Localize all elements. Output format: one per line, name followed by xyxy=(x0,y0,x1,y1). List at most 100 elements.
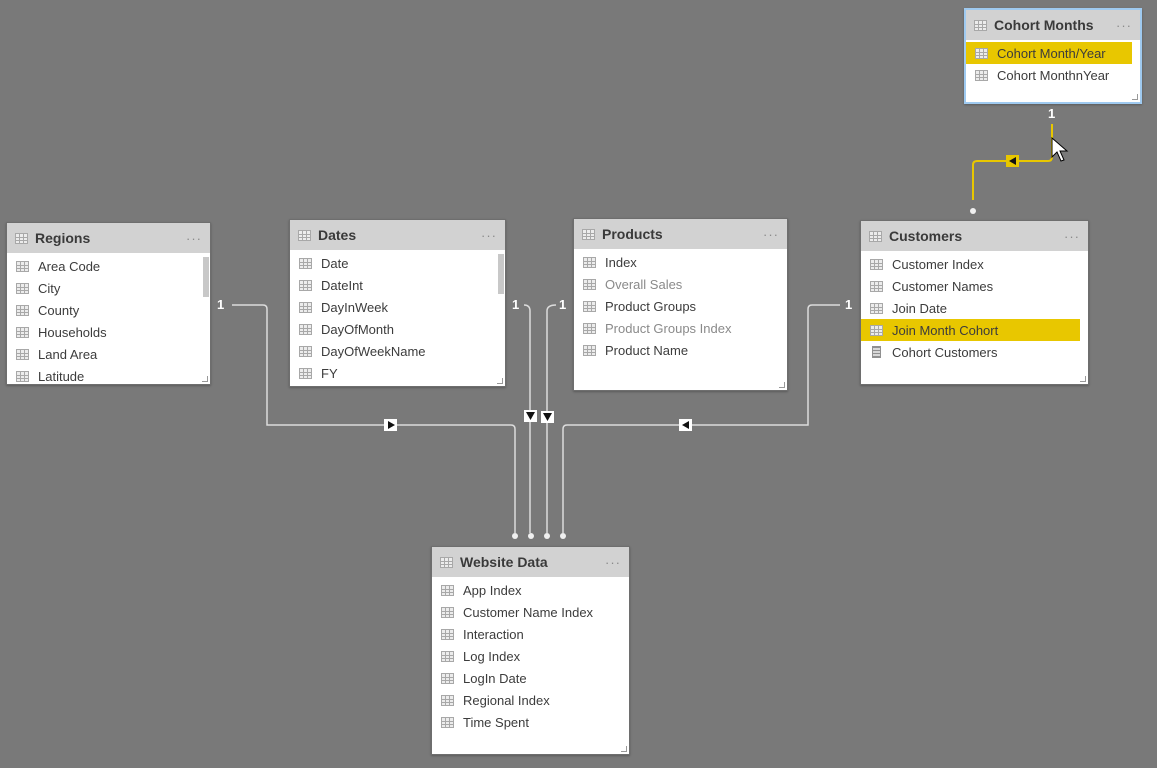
field-row[interactable]: FY xyxy=(290,362,505,384)
field-row[interactable]: Regional Index xyxy=(432,689,629,711)
field-row[interactable]: Time Spent xyxy=(432,711,629,733)
column-icon xyxy=(16,370,29,382)
field-row[interactable]: City xyxy=(7,277,210,299)
resize-handle[interactable] xyxy=(621,746,627,752)
cardinality-one-label: 1 xyxy=(845,297,853,312)
field-label: County xyxy=(38,302,80,318)
field-row[interactable]: Cohort MonthnYear xyxy=(966,64,1140,86)
table-icon xyxy=(440,556,453,568)
table-cohort-months[interactable]: Cohort Months ··· Cohort Month/Year Coho… xyxy=(964,8,1142,104)
field-row[interactable]: Latitude xyxy=(7,365,210,384)
table-header[interactable]: Customers ··· xyxy=(861,221,1088,251)
filter-arrow-down xyxy=(541,411,554,423)
table-icon xyxy=(869,230,882,242)
field-row[interactable]: Join Date xyxy=(861,297,1088,319)
field-row[interactable]: DayOfMonth xyxy=(290,318,505,340)
more-options-icon[interactable]: ··· xyxy=(1116,18,1132,33)
table-customers[interactable]: Customers ··· Customer Index Customer Na… xyxy=(860,220,1089,385)
field-row[interactable]: App Index xyxy=(432,579,629,601)
field-row[interactable]: Households xyxy=(7,321,210,343)
field-row[interactable]: Overall Sales xyxy=(574,273,787,295)
field-row[interactable]: Index xyxy=(574,251,787,273)
table-title: Products xyxy=(602,226,663,242)
field-row[interactable]: Product Groups Index xyxy=(574,317,787,339)
resize-handle[interactable] xyxy=(1132,94,1138,100)
table-header[interactable]: Products ··· xyxy=(574,219,787,249)
more-options-icon[interactable]: ··· xyxy=(1064,229,1080,244)
table-header[interactable]: Website Data ··· xyxy=(432,547,629,577)
field-row[interactable]: Customer Names xyxy=(861,275,1088,297)
field-label: Households xyxy=(38,324,107,340)
table-icon xyxy=(298,229,311,241)
cardinality-one-label: 1 xyxy=(217,297,225,312)
more-options-icon[interactable]: ··· xyxy=(481,228,497,243)
resize-handle[interactable] xyxy=(202,376,208,382)
field-row[interactable]: Interaction xyxy=(432,623,629,645)
cardinality-one-label: 1 xyxy=(1048,106,1056,121)
column-icon xyxy=(583,256,596,268)
column-icon xyxy=(299,345,312,357)
cardinality-one-label: 1 xyxy=(559,297,567,312)
field-label: Join Date xyxy=(892,300,947,316)
field-label: Cohort MonthnYear xyxy=(997,67,1110,83)
many-end-dot xyxy=(970,208,976,214)
field-label: Date xyxy=(321,255,349,271)
column-icon xyxy=(870,302,883,314)
column-icon xyxy=(441,650,454,662)
field-label: Latitude xyxy=(38,368,85,384)
field-label: Join Month Cohort xyxy=(892,322,999,338)
field-row[interactable]: DayInWeek xyxy=(290,296,505,318)
column-icon xyxy=(441,672,454,684)
field-label: Customer Name Index xyxy=(463,604,594,620)
field-label: Index xyxy=(605,254,637,270)
field-row[interactable]: County xyxy=(7,299,210,321)
field-row[interactable]: Log Index xyxy=(432,645,629,667)
resize-handle[interactable] xyxy=(779,382,785,388)
field-row[interactable]: DateInt xyxy=(290,274,505,296)
resize-handle[interactable] xyxy=(1080,376,1086,382)
table-icon xyxy=(15,232,28,244)
table-title: Regions xyxy=(35,230,91,246)
column-icon xyxy=(583,344,596,356)
more-options-icon[interactable]: ··· xyxy=(763,227,779,242)
table-dates[interactable]: Dates ··· Date DateInt DayInWeek DayOfMo… xyxy=(289,219,506,387)
column-icon xyxy=(441,716,454,728)
more-options-icon[interactable]: ··· xyxy=(186,231,202,246)
more-options-icon[interactable]: ··· xyxy=(605,555,621,570)
table-header[interactable]: Regions ··· xyxy=(7,223,210,253)
field-row[interactable]: LogIn Date xyxy=(432,667,629,689)
field-row[interactable]: Product Groups xyxy=(574,295,787,317)
field-row[interactable]: Area Code xyxy=(7,255,210,277)
field-row[interactable]: Date xyxy=(290,252,505,274)
field-label: Overall Sales xyxy=(605,276,683,292)
field-row[interactable]: Customer Name Index xyxy=(432,601,629,623)
scrollbar-thumb[interactable] xyxy=(498,254,504,294)
field-row[interactable]: Join Month Cohort xyxy=(861,319,1080,341)
filter-arrow-right xyxy=(384,419,397,431)
field-row[interactable]: Cohort Month/Year xyxy=(966,42,1132,64)
field-label: Cohort Customers xyxy=(892,344,998,360)
filter-arrow-left xyxy=(679,419,692,431)
measure-icon xyxy=(872,346,881,358)
filter-arrow-down xyxy=(524,410,537,422)
field-row[interactable]: Land Area xyxy=(7,343,210,365)
column-icon xyxy=(441,606,454,618)
field-row[interactable]: Customer Index xyxy=(861,253,1088,275)
table-website-data[interactable]: Website Data ··· App Index Customer Name… xyxy=(431,546,630,755)
table-regions[interactable]: Regions ··· Area Code City County Househ… xyxy=(6,222,211,385)
table-products[interactable]: Products ··· Index Overall Sales Product… xyxy=(573,218,788,391)
field-label: Cohort Month/Year xyxy=(997,45,1106,61)
many-end-dot xyxy=(528,533,534,539)
resize-handle[interactable] xyxy=(497,378,503,384)
table-header[interactable]: Dates ··· xyxy=(290,220,505,250)
field-row[interactable]: DayOfWeekName xyxy=(290,340,505,362)
field-row[interactable]: Product Name xyxy=(574,339,787,361)
scrollbar-thumb[interactable] xyxy=(203,257,209,297)
field-row[interactable]: Cohort Customers xyxy=(861,341,1088,363)
field-label: DayOfWeekName xyxy=(321,343,426,359)
table-header[interactable]: Cohort Months ··· xyxy=(966,10,1140,40)
column-icon xyxy=(975,69,988,81)
column-icon xyxy=(16,282,29,294)
field-label: City xyxy=(38,280,61,296)
field-label: Product Groups xyxy=(605,298,697,314)
